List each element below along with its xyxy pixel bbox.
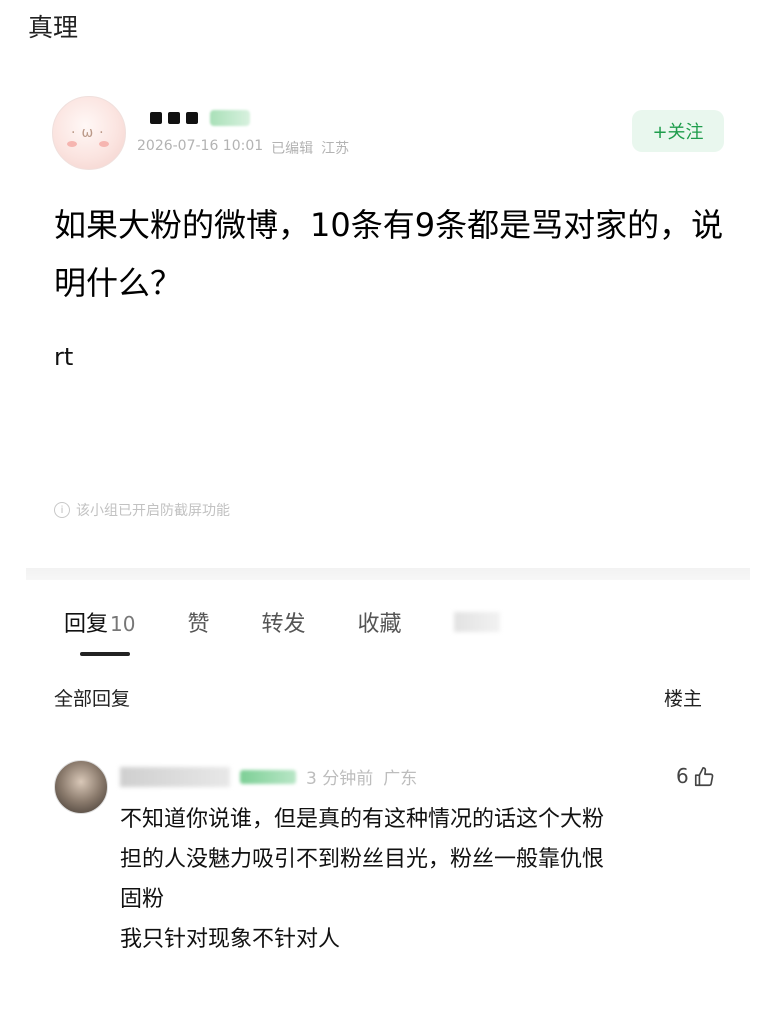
screenshot-notice: i 该小组已开启防截屏功能 — [54, 500, 230, 520]
commenter-name-redacted[interactable] — [120, 766, 230, 787]
comment-line: 担的人没魅力吸引不到粉丝目光，粉丝一般靠仇恨 — [120, 847, 605, 872]
tab-reposts-label: 转发 — [261, 612, 306, 637]
post-tabs: 回复 10 赞 转发 收藏 — [64, 606, 500, 638]
comment-like-count: 6 — [676, 764, 689, 788]
tab-replies-label: 回复 — [64, 612, 109, 637]
notice-text: 该小组已开启防截屏功能 — [76, 503, 230, 519]
tab-favorites-label: 收藏 — [357, 612, 402, 637]
tab-replies-count: 10 — [110, 612, 136, 636]
post-date: 2026-07-16 10:01 — [137, 138, 264, 154]
section-divider — [26, 568, 750, 580]
post-title: 如果大粉的微博，10条有9条都是骂对家的，说明什么？ — [54, 206, 724, 302]
all-replies-label[interactable]: 全部回复 — [54, 684, 130, 711]
info-circle-icon: i — [54, 502, 70, 518]
tab-replies[interactable]: 回复 10 — [64, 606, 135, 638]
active-tab-indicator — [80, 652, 130, 656]
redaction-dot — [150, 112, 162, 124]
comment-line: 不知道你说谁，但是真的有这种情况的话这个大粉 — [120, 807, 605, 832]
avatar-cheek-right — [99, 141, 109, 147]
redaction-dot — [168, 112, 180, 124]
comment-header: 3 分钟前 广东 — [120, 764, 417, 789]
author-name-redacted[interactable] — [150, 110, 250, 126]
avatar-face-icon: ·ω· — [71, 125, 110, 141]
post-meta: 2026-07-16 10:01 已编辑 江苏 — [137, 138, 349, 158]
tab-redacted[interactable] — [453, 612, 500, 632]
redaction-dot — [186, 112, 198, 124]
avatar-cheek-left — [67, 141, 77, 147]
thumbs-up-icon — [693, 766, 714, 787]
comment-time: 3 分钟前 — [306, 769, 374, 789]
post-location: 江苏 — [321, 141, 350, 157]
author-avatar[interactable]: ·ω· — [52, 96, 126, 170]
tab-likes[interactable]: 赞 — [187, 606, 209, 638]
tab-reposts[interactable]: 转发 — [261, 606, 305, 638]
follow-button[interactable]: +关注 — [632, 110, 724, 152]
tab-favorites[interactable]: 收藏 — [358, 606, 402, 638]
commenter-badge-redacted — [240, 769, 296, 784]
post-edited: 已编辑 — [271, 141, 314, 157]
post-body: rt — [54, 343, 74, 371]
comment-like-button[interactable]: 6 — [676, 764, 714, 788]
page-caption: 真理 — [28, 13, 79, 42]
tab-likes-label: 赞 — [187, 612, 210, 637]
comment-body: 不知道你说谁，但是真的有这种情况的话这个大粉 担的人没魅力吸引不到粉丝目光，粉丝… — [120, 800, 730, 960]
redaction-blur — [210, 110, 250, 126]
comment-location: 广东 — [383, 769, 418, 789]
comment-line: 我只针对现象不针对人 — [120, 927, 341, 952]
commenter-avatar[interactable] — [54, 760, 108, 814]
owner-only-button[interactable]: 楼主 — [664, 684, 702, 711]
comment-line: 固粉 — [120, 887, 165, 912]
